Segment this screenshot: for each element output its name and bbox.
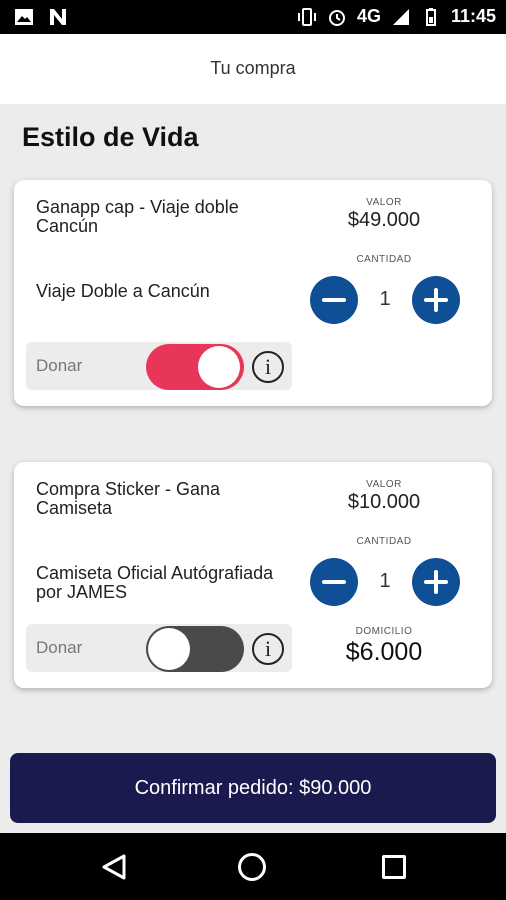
- product-name: Ganapp cap - Viaje doble Cancún: [36, 197, 239, 236]
- info-icon[interactable]: i: [252, 351, 284, 383]
- product-name: Compra Sticker - Gana Camiseta: [36, 479, 221, 518]
- cart-item-card: Ganapp cap - Viaje doble Cancún Viaje Do…: [14, 180, 492, 406]
- image-icon: [15, 9, 33, 25]
- donate-label: Donar: [36, 356, 83, 375]
- price-label: VALOR: [366, 479, 402, 490]
- decrease-quantity-button[interactable]: [310, 276, 358, 324]
- donate-toggle[interactable]: [146, 626, 244, 672]
- price-value: $10.000: [347, 491, 421, 513]
- quantity-label: CANTIDAD: [356, 536, 412, 547]
- home-icon[interactable]: [238, 853, 266, 881]
- quantity-label: CANTIDAD: [356, 254, 412, 265]
- product-description: Camiseta Oficial Autógrafiada por JAMES: [36, 563, 274, 602]
- decrease-quantity-button[interactable]: [310, 558, 358, 606]
- page-title: Tu compra: [210, 58, 296, 78]
- confirm-order-button[interactable]: Confirmar pedido: $90.000: [10, 753, 496, 823]
- vibrate-icon: [297, 7, 316, 26]
- signal-icon: [392, 8, 409, 25]
- recent-apps-icon[interactable]: [382, 855, 406, 879]
- delivery-label: DOMICILIO: [355, 626, 413, 637]
- increase-quantity-button[interactable]: [412, 558, 460, 606]
- section-title: Estilo de Vida: [22, 122, 199, 152]
- navigation-bar: [0, 833, 506, 900]
- back-icon[interactable]: [100, 853, 128, 881]
- cart-content[interactable]: Estilo de Vida Ganapp cap - Viaje doble …: [0, 104, 506, 833]
- battery-icon: [425, 7, 436, 26]
- cart-item-card: Compra Sticker - Gana Camiseta Camiseta …: [14, 462, 492, 688]
- donate-row: Donar i: [26, 342, 292, 390]
- network-type: 4G: [356, 6, 381, 26]
- alarm-icon: [328, 9, 345, 26]
- product-description: Viaje Doble a Cancún: [36, 281, 210, 301]
- clock: 11:45: [450, 6, 496, 26]
- donate-toggle[interactable]: [146, 344, 244, 390]
- price-value: $49.000: [347, 209, 421, 231]
- donate-label: Donar: [36, 638, 83, 657]
- status-bar: 4G 11:45: [0, 0, 506, 34]
- delivery-value: $6.000: [345, 638, 423, 666]
- info-icon[interactable]: i: [252, 633, 284, 665]
- increase-quantity-button[interactable]: [412, 276, 460, 324]
- quantity-value: 1: [379, 570, 391, 592]
- quantity-value: 1: [379, 288, 391, 310]
- toggle-knob: [148, 628, 190, 670]
- toggle-knob: [198, 346, 240, 388]
- notification-n-icon: [50, 9, 66, 25]
- price-label: VALOR: [366, 197, 402, 208]
- donate-row: Donar i: [26, 624, 292, 672]
- app-header: Tu compra: [0, 34, 506, 104]
